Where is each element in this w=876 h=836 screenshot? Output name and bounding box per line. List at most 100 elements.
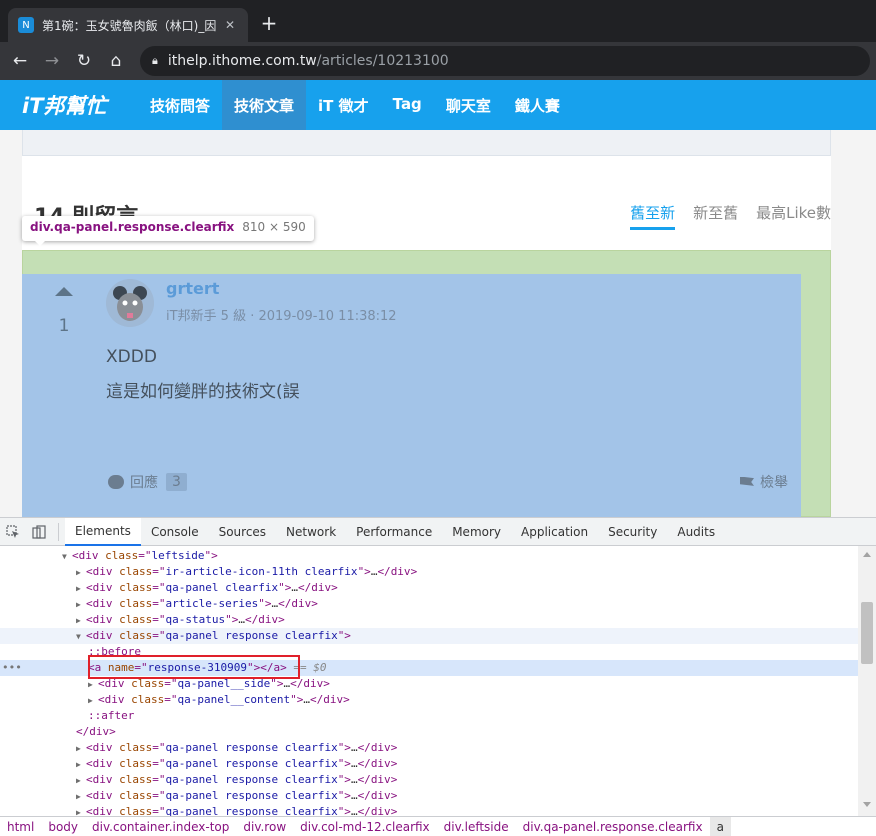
attribute-name: class	[119, 741, 153, 754]
new-tab-icon[interactable]: +	[258, 11, 280, 35]
tag-name: div	[390, 565, 411, 578]
comment-author[interactable]: grtert	[166, 279, 219, 298]
close-tab-icon[interactable]: ✕	[222, 18, 238, 32]
dom-node-row[interactable]: ▶ <div class="ir-article-icon-11th clearf…	[0, 564, 858, 580]
site-nav-item[interactable]: Tag	[381, 80, 434, 130]
forward-arrow-icon[interactable]: →	[36, 45, 68, 77]
dom-node-row[interactable]: ▶ <div class="qa-panel response clearfix"…	[0, 772, 858, 788]
back-arrow-icon[interactable]: ←	[4, 45, 36, 77]
expand-down-triangle-icon[interactable]: ▼	[76, 629, 86, 645]
scrollbar-thumb[interactable]	[861, 602, 873, 664]
tag-name: div	[323, 693, 344, 706]
attribute-name: class	[119, 757, 153, 770]
sort-option[interactable]: 新至舊	[693, 202, 738, 230]
dom-node-row[interactable]: ▶ <div class="qa-panel response clearfix"…	[0, 756, 858, 772]
dom-node-row[interactable]: ▶ <div class="qa-panel response clearfix"…	[0, 788, 858, 804]
tag-name: div	[89, 725, 110, 738]
devtools-tab[interactable]: Sources	[209, 518, 276, 546]
attribute-name: class	[119, 581, 153, 594]
expand-right-triangle-icon[interactable]: ▶	[76, 597, 86, 613]
tag-name: div	[370, 773, 391, 786]
dom-node-content: ▶ <div class="qa-status">…</div>	[76, 612, 285, 629]
dom-node-row[interactable]: ▼ <div class="leftside">	[0, 548, 858, 564]
dom-node-row[interactable]: ▶ <div class="qa-panel response clearfix"…	[0, 804, 858, 816]
site-nav-item[interactable]: 技術問答	[138, 80, 222, 130]
tag-name: div	[92, 565, 113, 578]
breadcrumb-item[interactable]: div.col-md-12.clearfix	[293, 820, 437, 834]
devtools-tab[interactable]: Security	[598, 518, 667, 546]
expand-right-triangle-icon[interactable]: ▶	[88, 693, 98, 709]
site-logo[interactable]: iT邦幫忙	[0, 80, 138, 130]
tag-name: div	[92, 597, 113, 610]
tag-name: div	[370, 805, 391, 816]
breadcrumb-item[interactable]: html	[0, 820, 41, 834]
dom-node-row[interactable]: ▶ <div class="qa-panel clearfix">…</div>	[0, 580, 858, 596]
comment-body-line: 這是如何變胖的技術文(誤	[106, 382, 300, 402]
address-bar[interactable]: 🔒︎ ithelp.ithome.com.tw /articles/102131…	[140, 46, 870, 76]
dom-breadcrumbs: html body div.container.index-top div.row di…	[0, 816, 876, 836]
breadcrumb-item[interactable]: body	[41, 820, 85, 834]
attribute-name: class	[131, 693, 165, 706]
expand-right-triangle-icon[interactable]: ▶	[76, 581, 86, 597]
selected-node-highlight-box	[88, 655, 300, 679]
avatar[interactable]	[106, 279, 154, 327]
breadcrumb-item[interactable]: div.row	[236, 820, 293, 834]
devtools-tab[interactable]: Audits	[667, 518, 725, 546]
expand-right-triangle-icon[interactable]: ▶	[76, 565, 86, 581]
more-options-icon[interactable]: •••	[2, 660, 22, 676]
dom-node-row[interactable]: </div>	[0, 724, 858, 740]
site-nav-item[interactable]: 鐵人賽	[503, 80, 572, 130]
expand-right-triangle-icon[interactable]: ▶	[76, 757, 86, 773]
expand-right-triangle-icon[interactable]: ▶	[76, 613, 86, 629]
tab-title: 第1碗：玉女號魯肉飯（林口)_因	[42, 18, 216, 33]
reply-button[interactable]: 回應 3	[108, 472, 187, 492]
comment-sort-options: 舊至新 新至舊 最高Like數	[630, 202, 831, 230]
attribute-name: class	[119, 565, 153, 578]
home-icon[interactable]: ⌂	[100, 45, 132, 77]
attribute-value: qa-panel__content	[177, 693, 291, 706]
dom-tree-scrollbar[interactable]	[858, 546, 876, 816]
devtools-toolbar: Elements Console Sources Network Performance…	[0, 517, 876, 546]
sort-option[interactable]: 舊至新	[630, 202, 676, 230]
breadcrumb-item[interactable]: div.leftside	[437, 820, 516, 834]
expand-down-triangle-icon[interactable]: ▼	[62, 549, 72, 565]
breadcrumb-item[interactable]: a	[709, 816, 731, 836]
upvote-icon[interactable]	[55, 287, 73, 296]
expand-right-triangle-icon[interactable]: ▶	[88, 677, 98, 693]
inspect-element-icon[interactable]	[0, 518, 26, 546]
report-button[interactable]: 檢舉	[740, 472, 788, 492]
devtools-tab[interactable]: Memory	[442, 518, 511, 546]
devtools-tab[interactable]: Network	[276, 518, 346, 546]
tag-name: div	[104, 693, 125, 706]
expand-right-triangle-icon[interactable]: ▶	[76, 741, 86, 757]
browser-tab[interactable]: N 第1碗：玉女號魯肉飯（林口)_因 ✕	[8, 8, 248, 42]
devtools-tab[interactable]: Performance	[346, 518, 442, 546]
site-nav-item[interactable]: 聊天室	[434, 80, 503, 130]
dom-node-row[interactable]: ▶ <div class="qa-panel response clearfix"…	[0, 740, 858, 756]
dom-node-row[interactable]: ▶ <div class="qa-panel__content">…</div>	[0, 692, 858, 708]
sort-option[interactable]: 最高Like數	[756, 202, 831, 230]
dom-node-content: ▶ <div class="qa-panel clearfix">…</div>	[76, 580, 338, 597]
attribute-name: class	[119, 789, 153, 802]
devtools-tab[interactable]: Elements	[65, 517, 141, 546]
dom-node-row[interactable]: ▶ <div class="article-series">…</div>	[0, 596, 858, 612]
devtools-tab[interactable]: Application	[511, 518, 598, 546]
scroll-down-icon[interactable]	[863, 802, 871, 807]
expand-right-triangle-icon[interactable]: ▶	[76, 789, 86, 805]
dom-node-row[interactable]: ▼ <div class="qa-panel response clearfix"…	[0, 628, 858, 644]
dom-node-row[interactable]: ::after	[0, 708, 858, 724]
scroll-up-icon[interactable]	[863, 552, 871, 557]
device-toolbar-icon[interactable]	[26, 518, 52, 546]
expand-right-triangle-icon[interactable]: ▶	[76, 805, 86, 816]
tag-name: div	[92, 629, 113, 642]
reload-icon[interactable]: ↻	[68, 45, 100, 77]
breadcrumb-item[interactable]: div.container.index-top	[85, 820, 236, 834]
browser-toolbar: ← → ↻ ⌂ 🔒︎ ithelp.ithome.com.tw /article…	[0, 42, 876, 80]
devtools-tab[interactable]: Console	[141, 518, 209, 546]
dom-node-row[interactable]: ▶ <div class="qa-status">…</div>	[0, 612, 858, 628]
expand-right-triangle-icon[interactable]: ▶	[76, 773, 86, 789]
site-nav-item[interactable]: 技術文章	[222, 80, 307, 130]
url-path: /articles/10213100	[316, 53, 449, 69]
breadcrumb-item[interactable]: div.qa-panel.response.clearfix	[516, 820, 710, 834]
site-nav-item[interactable]: iT 徵才	[306, 80, 381, 130]
